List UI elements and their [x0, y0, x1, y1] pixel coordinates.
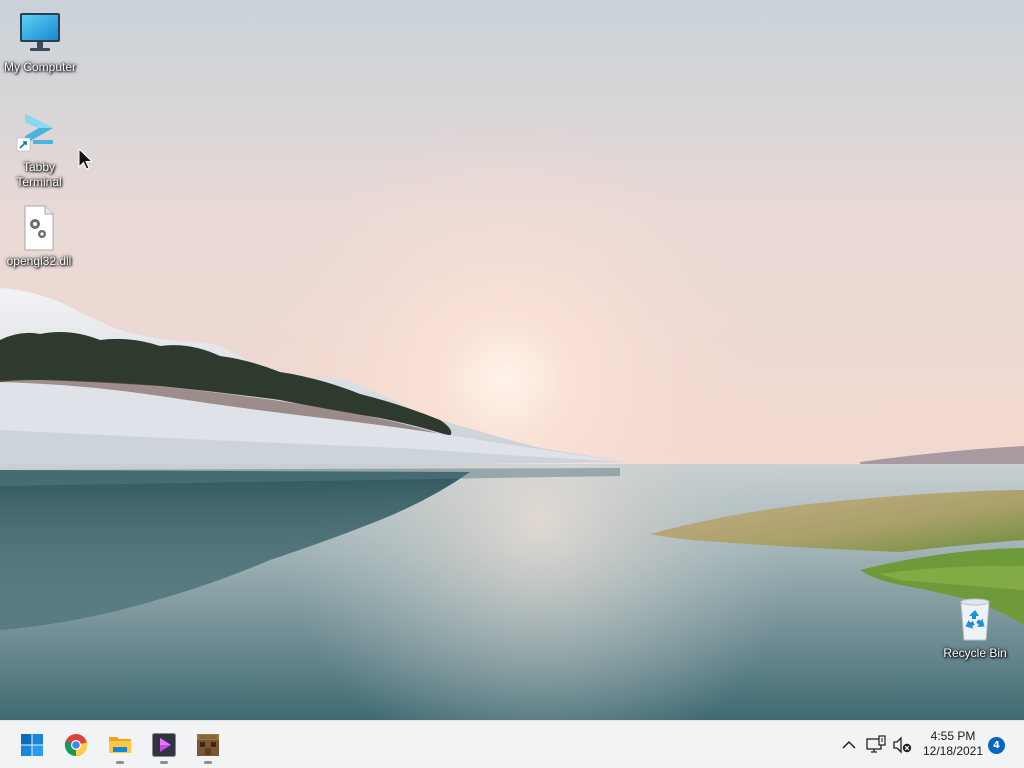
crafting-table-icon [197, 734, 219, 756]
monitor-icon [16, 10, 64, 58]
desktop-icon-label: My Computer [3, 60, 77, 74]
desktop-icon-tabby-terminal[interactable]: Tabby Terminal [0, 110, 79, 190]
running-indicator [116, 761, 124, 764]
chrome-icon [64, 733, 88, 757]
mouse-pointer-icon [78, 147, 96, 172]
start-button[interactable] [12, 725, 52, 765]
running-indicator [160, 761, 168, 764]
folder-icon [109, 737, 131, 753]
taskbar-chrome-button[interactable] [56, 725, 96, 765]
taskbar-file-explorer-button[interactable] [100, 725, 140, 765]
dll-file-icon [15, 204, 63, 252]
clock-time: 4:55 PM [930, 729, 976, 743]
volume-button[interactable] [890, 733, 914, 757]
desktop-wallpaper [0, 0, 1024, 720]
windows-start-icon [21, 734, 43, 756]
chevron-up-icon [842, 740, 856, 749]
clock-date: 12/18/2021 [922, 744, 984, 758]
desktop-icon-my-computer[interactable]: My Computer [0, 10, 80, 75]
running-indicator [204, 761, 212, 764]
desktop-icon-label: Recycle Bin [943, 646, 1007, 660]
desktop-icon-label: Tabby Terminal [16, 160, 62, 189]
network-status-button[interactable] [864, 733, 888, 757]
show-hidden-icons-button[interactable] [837, 733, 861, 757]
taskbar-tabby-terminal-button[interactable] [144, 725, 184, 765]
tabby-terminal-icon [152, 733, 176, 757]
desktop-icon-label: opengl32.dll [6, 254, 72, 268]
recycle-bin-icon [951, 596, 999, 644]
taskbar: 4:55 PM 12/18/2021 4 [0, 720, 1024, 768]
taskbar-minecraft-button[interactable] [188, 725, 228, 765]
desktop-icon-recycle-bin[interactable]: Recycle Bin [935, 596, 1015, 661]
network-icon [866, 735, 886, 753]
volume-muted-icon [893, 736, 912, 754]
notification-badge[interactable]: 4 [988, 737, 1005, 754]
desktop-icon-opengl32-dll[interactable]: opengl32.dll [0, 204, 79, 269]
tabby-terminal-icon [15, 110, 63, 158]
clock[interactable]: 4:55 PM 12/18/2021 [918, 729, 988, 759]
